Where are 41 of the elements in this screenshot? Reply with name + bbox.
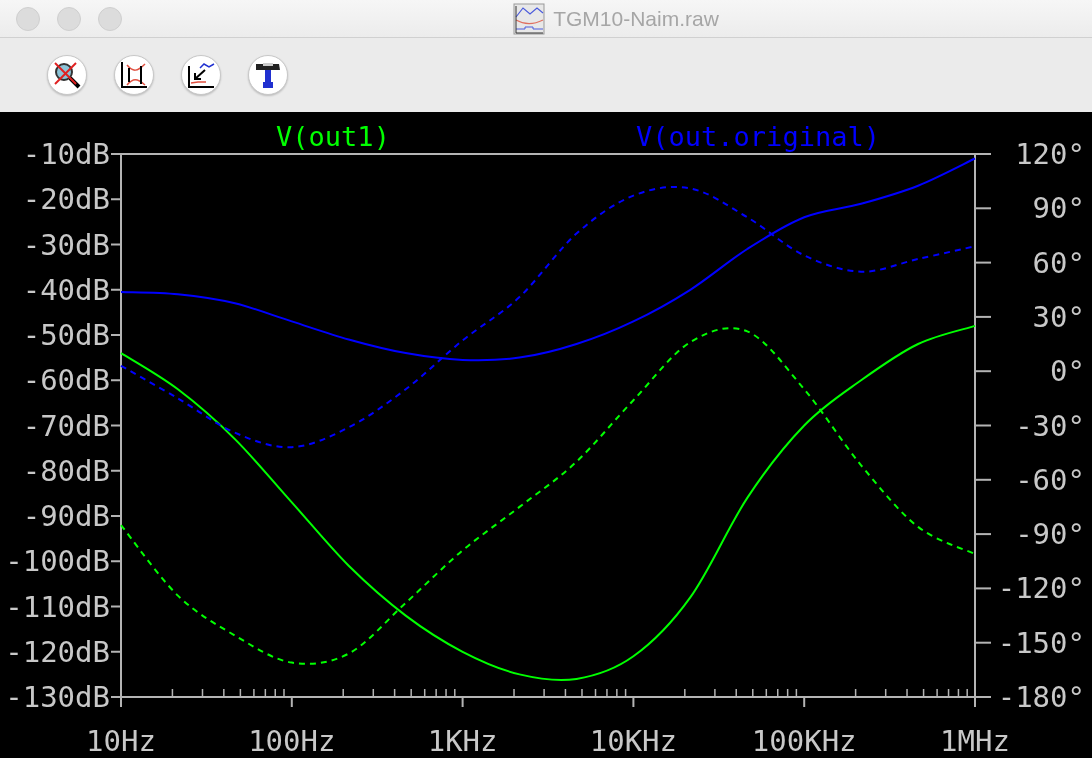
x-axis-label: 100Hz <box>248 724 336 758</box>
phase-axis-label: -120° <box>997 571 1085 606</box>
zoom-back-button[interactable] <box>181 55 221 95</box>
x-axis-label: 1MHz <box>940 724 1010 758</box>
phase-axis-label: 120° <box>1015 137 1085 171</box>
hammer-icon <box>253 60 283 90</box>
y-axis-label: -80dB <box>22 453 110 488</box>
y-axis-label: -90dB <box>22 499 110 533</box>
phase-axis-label: -90° <box>1015 517 1085 552</box>
y-axis-label: -110dB <box>5 589 110 624</box>
plot-file-icon <box>513 2 546 35</box>
x-axis-label: 10KHz <box>589 724 678 758</box>
tools-button[interactable] <box>248 55 288 95</box>
crossed-magnifier-icon <box>52 60 82 90</box>
y-axis-label: -120dB <box>5 634 110 669</box>
y-axis-label: -60dB <box>22 363 110 398</box>
legend-label: V(out1) <box>276 121 390 152</box>
y-axis-label: -30dB <box>22 227 110 262</box>
y-axis-label: -70dB <box>22 408 110 443</box>
phase-axis-label: -30° <box>1015 408 1085 443</box>
phase-axis-label: 90° <box>1032 191 1085 226</box>
y-axis-label: -40dB <box>22 272 110 307</box>
phase-axis-label: 60° <box>1032 245 1085 280</box>
y-axis-label: -10dB <box>22 137 110 171</box>
window-title: TGM10-Naim.raw <box>553 6 719 31</box>
y-axis-label: -20dB <box>22 182 110 217</box>
y-axis-label: -50dB <box>22 318 110 352</box>
legend-label: V(out.original) <box>636 121 880 152</box>
x-axis-label: 1KHz <box>427 724 498 758</box>
phase-axis-label: -180° <box>997 680 1085 714</box>
phase-axis-label: -150° <box>997 625 1085 660</box>
autorange-button[interactable] <box>114 55 154 95</box>
phase-axis-label: 0° <box>1050 354 1085 389</box>
vertical-range-icon <box>119 60 149 90</box>
x-axis-label: 100KHz <box>751 724 857 758</box>
y-axis-label: -100dB <box>5 544 110 579</box>
zoom-cancel-button[interactable] <box>47 55 87 95</box>
y-axis-label: -130dB <box>5 680 110 714</box>
phase-axis-label: -60° <box>1015 462 1085 497</box>
x-axis-label: 10Hz <box>86 724 156 758</box>
phase-axis-label: 30° <box>1032 299 1085 334</box>
